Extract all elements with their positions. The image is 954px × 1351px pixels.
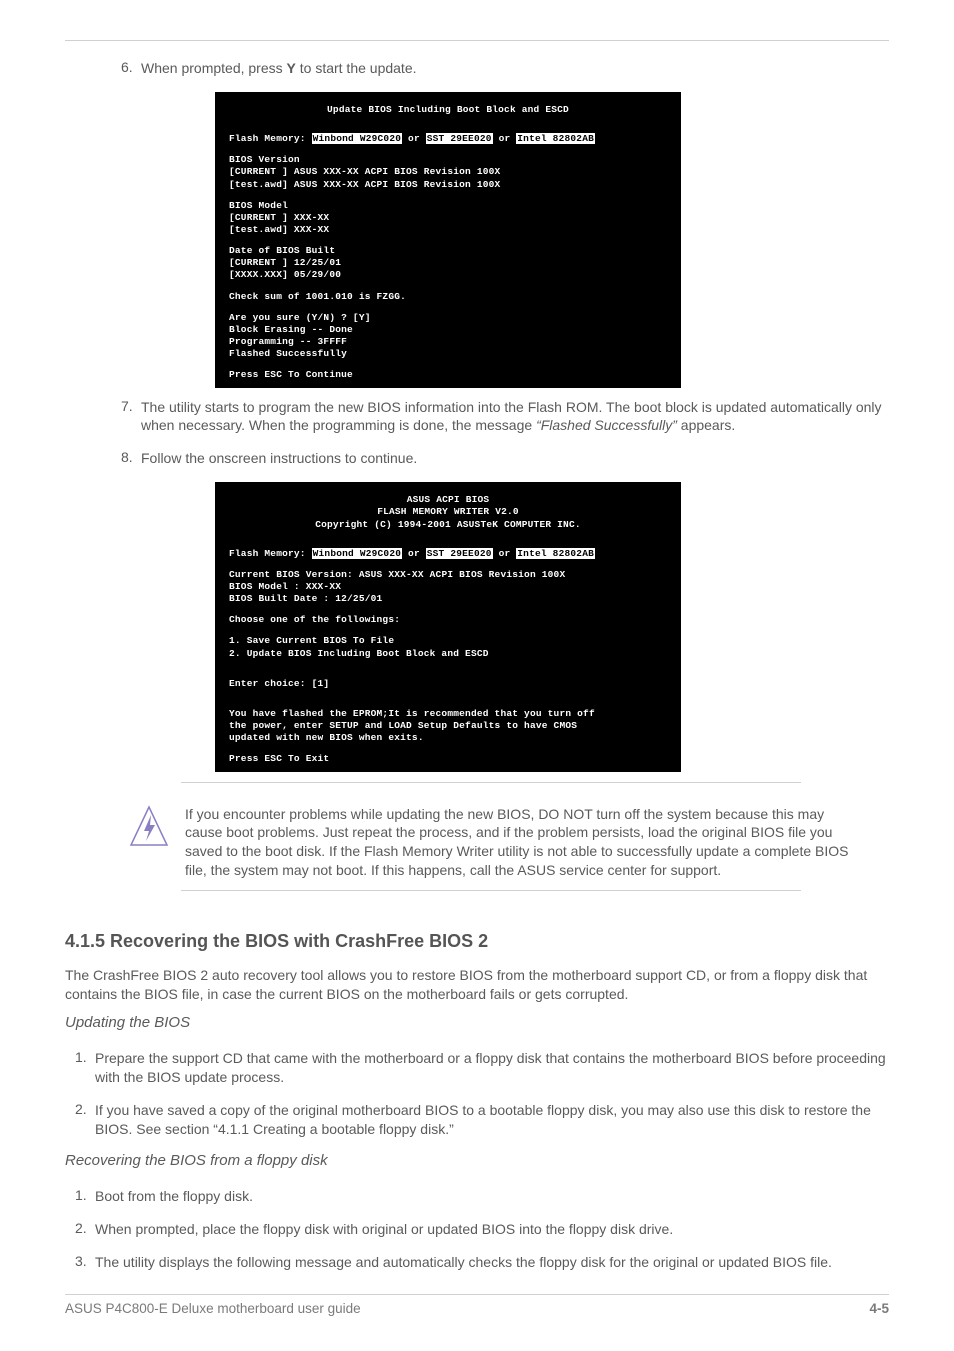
confirm-line: Are you sure (Y/N) ? [Y] — [229, 312, 667, 324]
flash-msg-2: the power, enter SETUP and LOAD Setup De… — [229, 720, 667, 732]
step-text: Prepare the support CD that came with th… — [95, 1049, 889, 1087]
step-number: 3. — [75, 1253, 87, 1269]
bios-version-test: [test.awd] ASUS XXX-XX ACPI BIOS Revisio… — [229, 179, 667, 191]
prog-line: Programming -- 3FFFF — [229, 336, 667, 348]
step-number: 1. — [75, 1049, 87, 1065]
note-top-rule — [181, 782, 801, 783]
footer-right: 4-5 — [869, 1301, 889, 1316]
menu-option-2: 2. Update BIOS Including Boot Block and … — [229, 648, 667, 660]
footer-rule — [65, 1294, 889, 1295]
recover-step-2: 2. When prompted, place the floppy disk … — [65, 1220, 889, 1239]
step-6: 6. When prompted, press Y to start the u… — [65, 59, 889, 78]
step-7: 7. The utility starts to program the new… — [65, 398, 889, 436]
section-intro: The CrashFree BIOS 2 auto recovery tool … — [65, 966, 889, 1004]
menu-option-1: 1. Save Current BIOS To File — [229, 635, 667, 647]
bios-date-header: Date of BIOS Built — [229, 245, 667, 257]
step-text: When prompted, place the floppy disk wit… — [95, 1220, 889, 1239]
flash-msg-3: updated with new BIOS when exits. — [229, 732, 667, 744]
top-rule — [65, 40, 889, 41]
erase-line: Block Erasing -- Done — [229, 324, 667, 336]
step-number: 1. — [75, 1187, 87, 1203]
flash-msg-1: You have flashed the EPROM;It is recomme… — [229, 708, 667, 720]
recover-step-3: 3. The utility displays the following me… — [65, 1253, 889, 1272]
checksum-line: Check sum of 1001.010 is FZGG. — [229, 291, 667, 303]
footer-left: ASUS P4C800-E Deluxe motherboard user gu… — [65, 1301, 361, 1316]
bios-h3: Copyright (C) 1994-2001 ASUSTeK COMPUTER… — [229, 519, 667, 531]
bios-h2: FLASH MEMORY WRITER V2.0 — [229, 506, 667, 518]
step-text: When prompted, press Y to start the upda… — [141, 59, 889, 78]
step-text: Follow the onscreen instructions to cont… — [141, 449, 889, 468]
section-subtitle-updating: Updating the BIOS — [65, 1014, 889, 1031]
bios-date-current: [CURRENT ] 12/25/01 — [229, 257, 667, 269]
bios-built-line: BIOS Built Date : 12/25/01 — [229, 593, 667, 605]
bios-model-line: BIOS Model : XXX-XX — [229, 581, 667, 593]
bios-date-test: [XXXX.XXX] 05/29/00 — [229, 269, 667, 281]
flashed-line: Flashed Successfully — [229, 348, 667, 360]
step-text: If you have saved a copy of the original… — [95, 1101, 889, 1139]
step-number: 8. — [121, 449, 133, 465]
bios-h1: ASUS ACPI BIOS — [229, 494, 667, 506]
bios-model-test: [test.awd] XXX-XX — [229, 224, 667, 236]
step-text: The utility displays the following messa… — [95, 1253, 889, 1272]
step-8: 8. Follow the onscreen instructions to c… — [65, 449, 889, 468]
enter-choice-line: Enter choice: [1] — [229, 678, 667, 690]
note-callout: If you encounter problems while updating… — [127, 805, 889, 881]
step-number: 6. — [121, 59, 133, 75]
bios-screen-menu: ASUS ACPI BIOS FLASH MEMORY WRITER V2.0 … — [215, 482, 681, 771]
choose-label: Choose one of the followings: — [229, 614, 667, 626]
lightning-icon — [127, 805, 171, 849]
step-text: The utility starts to program the new BI… — [141, 398, 889, 436]
crashfree-step-2: 2. If you have saved a copy of the origi… — [65, 1101, 889, 1139]
step-number: 7. — [121, 398, 133, 414]
bios-model-header: BIOS Model — [229, 200, 667, 212]
step-number: 2. — [75, 1220, 87, 1236]
bios-model-current: [CURRENT ] XXX-XX — [229, 212, 667, 224]
flash-memory-line: Flash Memory: Winbond W29C020 or SST 29E… — [229, 133, 667, 145]
page-footer: ASUS P4C800-E Deluxe motherboard user gu… — [65, 1301, 889, 1316]
bios-title: Update BIOS Including Boot Block and ESC… — [229, 104, 667, 116]
step-text: Boot from the floppy disk. — [95, 1187, 889, 1206]
document-page: 6. When prompted, press Y to start the u… — [0, 0, 954, 1346]
recover-step-1: 1. Boot from the floppy disk. — [65, 1187, 889, 1206]
section-title: 4.1.5 Recovering the BIOS with CrashFree… — [65, 931, 889, 952]
crashfree-step-1: 1. Prepare the support CD that came with… — [65, 1049, 889, 1087]
bios-version-header: BIOS Version — [229, 154, 667, 166]
press-esc-exit: Press ESC To Exit — [229, 753, 667, 765]
current-bios-line: Current BIOS Version: ASUS XXX-XX ACPI B… — [229, 569, 667, 581]
flash-memory-line: Flash Memory: Winbond W29C020 or SST 29E… — [229, 548, 667, 560]
bios-version-current: [CURRENT ] ASUS XXX-XX ACPI BIOS Revisio… — [229, 166, 667, 178]
press-esc-line: Press ESC To Continue — [229, 369, 667, 381]
step-number: 2. — [75, 1101, 87, 1117]
bios-screen-update: Update BIOS Including Boot Block and ESC… — [215, 92, 681, 388]
note-text: If you encounter problems while updating… — [185, 805, 859, 881]
section-subtitle-recovering: Recovering the BIOS from a floppy disk — [65, 1152, 889, 1169]
note-bottom-rule — [181, 890, 801, 891]
